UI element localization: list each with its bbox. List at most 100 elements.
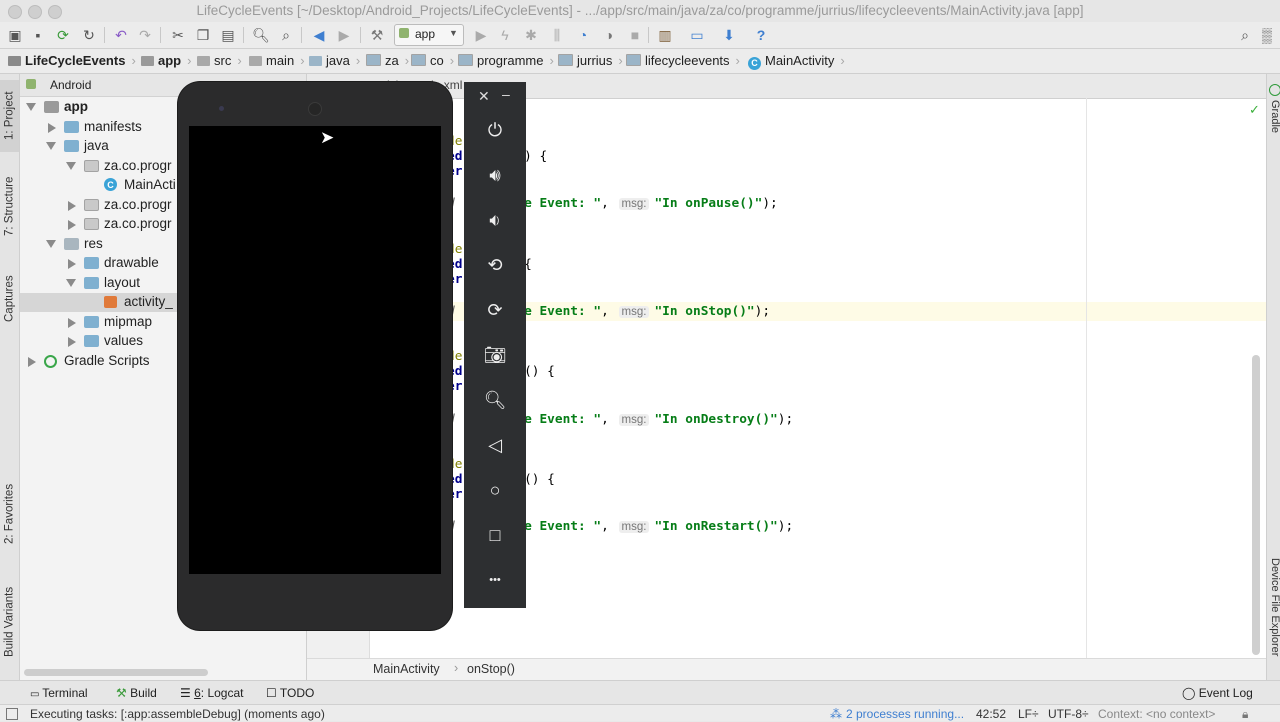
toggle-tool-windows-icon[interactable]: [6, 708, 18, 720]
breadcrumb-item[interactable]: java ›: [309, 53, 360, 68]
folder-icon: [84, 257, 99, 269]
tab-build-variants[interactable]: Build Variants: [0, 574, 19, 670]
save-icon[interactable]: ▪: [29, 26, 47, 44]
search-everywhere-icon[interactable]: ⌕: [1236, 26, 1254, 44]
paste-icon[interactable]: ▤: [219, 26, 237, 44]
camera-icon[interactable]: 📷︎: [464, 339, 526, 371]
breadcrumb-item[interactable]: main ›: [249, 53, 305, 68]
back-icon[interactable]: ◁: [464, 429, 526, 461]
tree-item-label: drawable: [104, 255, 159, 270]
tab-event-log[interactable]: ◯ Event Log: [1182, 686, 1253, 700]
overview-icon[interactable]: □: [464, 519, 526, 551]
gradle-icon: [1269, 84, 1280, 96]
tab-gradle[interactable]: Gradle: [1267, 100, 1280, 148]
tab-build[interactable]: ⚒ Build: [116, 686, 157, 700]
run-icon[interactable]: ▶: [472, 26, 490, 44]
editor-vertical-scrollbar[interactable]: [1252, 355, 1260, 655]
power-icon[interactable]: ⏻: [464, 114, 526, 146]
profile-icon[interactable]: ⫼: [548, 26, 566, 44]
chevron-down-icon[interactable]: [46, 142, 56, 150]
copy-icon[interactable]: ❐: [194, 26, 212, 44]
tab-captures[interactable]: Captures: [0, 264, 19, 334]
chevron-down-icon[interactable]: [66, 278, 76, 287]
zoom-icon[interactable]: 🔍︎: [464, 384, 526, 416]
chevron-down-icon[interactable]: [46, 239, 56, 248]
redo-icon[interactable]: ↷: [136, 26, 154, 44]
tab-structure[interactable]: 7: Structure: [0, 166, 19, 246]
help-icon[interactable]: ?: [752, 26, 770, 44]
window-titlebar: LifeCycleEvents [~/Desktop/Android_Proje…: [0, 0, 1280, 23]
find-icon[interactable]: 🔍︎: [252, 26, 270, 44]
chevron-down-icon[interactable]: [66, 161, 76, 170]
tree-item-label: Gradle Scripts: [64, 352, 150, 368]
breadcrumb-item[interactable]: C MainActivity ›: [748, 53, 845, 70]
volume-down-icon[interactable]: 🔉︎: [464, 204, 526, 236]
breadcrumb-item[interactable]: jurrius ›: [558, 53, 623, 68]
tab-device-file-explorer[interactable]: Device File Explorer: [1267, 558, 1280, 668]
breadcrumb-item[interactable]: LifeCycleEvents ›: [8, 53, 136, 68]
sdk-manager-icon[interactable]: ⬇: [720, 26, 738, 44]
minimize-emulator-icon[interactable]: –: [502, 86, 510, 102]
caret-position[interactable]: 42:52: [976, 707, 1006, 721]
toolbar-overflow-icon[interactable]: ▒: [1258, 26, 1276, 44]
more-icon[interactable]: •••: [464, 564, 526, 596]
open-folder-icon[interactable]: ▣: [6, 26, 24, 44]
apply-changes-icon[interactable]: ϟ: [496, 26, 514, 44]
chevron-right-icon[interactable]: [68, 259, 76, 269]
code-token: ,: [601, 196, 617, 211]
chevron-right-icon[interactable]: [68, 220, 76, 230]
tab-terminal[interactable]: ▭ Terminal: [30, 686, 88, 700]
avd-manager-icon[interactable]: ▭: [688, 26, 706, 44]
tab-favorites[interactable]: 2: Favorites: [0, 472, 19, 556]
debug-icon[interactable]: ✱: [522, 26, 540, 44]
emulator-screen[interactable]: [189, 126, 441, 574]
package-icon: [366, 54, 381, 66]
line-separator[interactable]: LF÷: [1018, 707, 1039, 721]
chevron-right-icon[interactable]: [68, 337, 76, 347]
attach-debugger-icon[interactable]: ◔: [574, 26, 592, 44]
chevron-right-icon[interactable]: [28, 356, 36, 367]
tab-todo[interactable]: ☐ TODO: [266, 686, 314, 700]
replace-icon[interactable]: ⌕: [277, 26, 295, 44]
project-view-selector[interactable]: Android: [50, 78, 91, 92]
refresh-icon[interactable]: ↻: [80, 26, 98, 44]
file-encoding[interactable]: UTF-8÷: [1048, 707, 1089, 721]
project-structure-icon[interactable]: ▥: [656, 26, 674, 44]
forward-nav-icon[interactable]: ▶: [335, 26, 353, 44]
tab-logcat[interactable]: ☰ 6: Logcat: [180, 686, 243, 700]
run-config-select[interactable]: app ▼: [394, 24, 464, 46]
coverage-icon[interactable]: ◑: [600, 26, 618, 44]
chevron-right-icon[interactable]: [68, 200, 76, 211]
tree-item-label: res: [84, 235, 103, 251]
tree-item-label: za.co.progr: [104, 157, 172, 173]
rotate-left-icon[interactable]: ⟲: [464, 249, 526, 281]
breadcrumb-item[interactable]: programme ›: [458, 53, 554, 68]
breadcrumb-item[interactable]: app ›: [141, 53, 191, 68]
chevron-down-icon[interactable]: [26, 103, 36, 111]
volume-up-icon[interactable]: 🔊︎: [464, 159, 526, 191]
horizontal-scrollbar[interactable]: [24, 669, 208, 676]
tree-item-label: za.co.progr: [104, 196, 172, 212]
home-icon[interactable]: ○: [464, 474, 526, 506]
terminal-icon: ▭: [30, 689, 43, 700]
back-nav-icon[interactable]: ◀: [310, 26, 328, 44]
processes-running-link[interactable]: 2 processes running...: [846, 707, 964, 721]
close-emulator-icon[interactable]: ✕: [478, 88, 490, 105]
sync-icon[interactable]: ⟳: [54, 26, 72, 44]
breadcrumb-method[interactable]: onStop(): [467, 662, 515, 676]
make-project-icon[interactable]: ⚒: [368, 26, 386, 44]
breadcrumb-class[interactable]: MainActivity: [373, 662, 440, 676]
rotate-right-icon[interactable]: ⟳: [464, 294, 526, 326]
tab-project[interactable]: 1: Project: [0, 80, 19, 152]
breadcrumb-item[interactable]: co ›: [411, 53, 454, 68]
breadcrumb-item[interactable]: lifecycleevents ›: [626, 53, 740, 68]
undo-icon[interactable]: ↶: [112, 26, 130, 44]
stop-icon[interactable]: ■: [626, 26, 644, 44]
chevron-right-icon[interactable]: [68, 317, 76, 328]
code-token: "In onStop()": [654, 304, 755, 319]
breadcrumb-item[interactable]: src ›: [197, 53, 242, 68]
chevron-right-icon[interactable]: [48, 122, 56, 133]
breadcrumb-item[interactable]: za ›: [366, 53, 409, 68]
cut-icon[interactable]: ✂: [169, 26, 187, 44]
folder-icon: [8, 56, 21, 66]
